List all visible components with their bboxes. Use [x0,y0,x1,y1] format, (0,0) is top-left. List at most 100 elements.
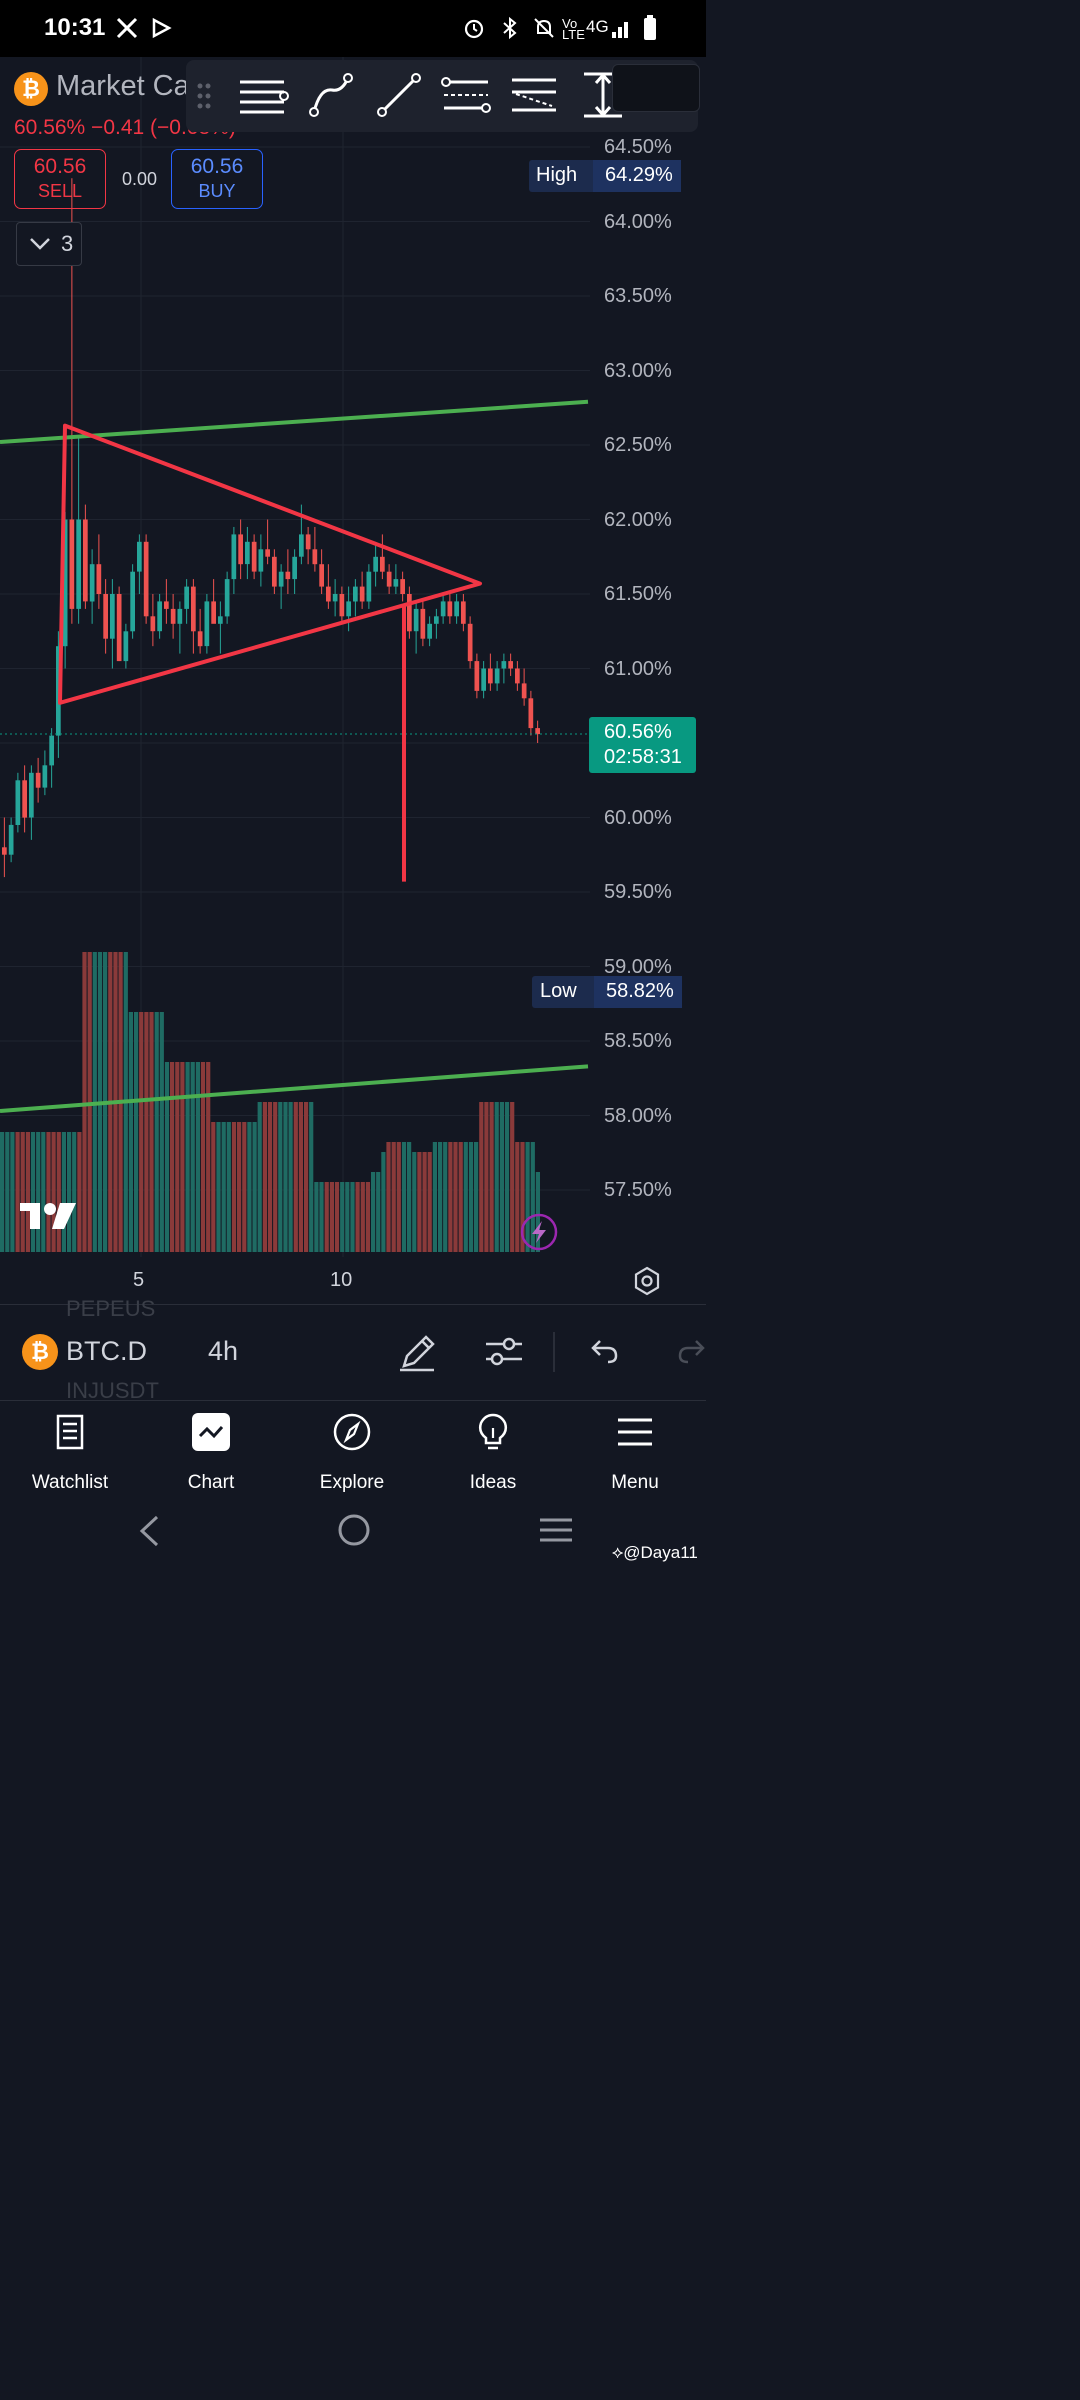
sell-label: SELL [37,181,83,201]
candle-body [326,586,331,602]
volume-bar [427,1152,432,1252]
trend-line-tool-icon[interactable] [370,66,428,124]
price-axis-label: 59.50% [604,881,672,903]
sell-price: 60.56 [33,155,87,178]
volume-bar [293,1102,298,1252]
status-time: 10:31 [44,14,106,41]
volume-bar [499,1102,504,1252]
low-tag: Low 58.82% [532,976,682,1008]
volume-bar [164,1062,170,1252]
horizontal-lines-tool-icon[interactable] [234,66,292,124]
candle-body [278,571,284,587]
volume-bar [149,1012,154,1252]
volume-bar [61,1132,66,1252]
alarm-icon [464,19,484,39]
volume-bar [340,1182,345,1252]
chart-area[interactable] [0,57,706,1304]
price-chart[interactable] [0,57,706,1304]
nav-label: Menu [611,1472,659,1493]
volume-bar [391,1142,396,1252]
recents-icon[interactable] [538,1516,574,1544]
indicators-settings-icon[interactable] [484,1332,524,1370]
spread-value: 0.00 [122,169,158,189]
candle-body [515,668,520,684]
volume-bar [515,1142,520,1252]
home-icon[interactable] [336,1512,372,1548]
parallel-channel-tool-icon[interactable] [438,66,496,124]
candle-body [123,631,129,662]
battery-icon [644,15,656,40]
volume-bar [267,1102,273,1252]
indicator-collapse-button[interactable]: 3 [16,222,82,266]
undo-icon[interactable] [590,1336,620,1366]
volume-bar [134,1012,139,1252]
candle-body [380,556,385,572]
volume-bar [484,1102,489,1252]
volume-bar [360,1182,365,1252]
volume-bar [139,1012,144,1252]
symbol-name[interactable]: Market Ca [56,70,190,103]
candle-body [272,556,277,587]
curve-tool-icon[interactable] [302,66,360,124]
pencil-icon[interactable] [398,1330,436,1372]
back-icon[interactable] [137,1514,161,1548]
candle-body [434,616,439,624]
candle-body [488,668,493,684]
bar-countdown: 02:58:31 [604,746,682,768]
nav-label: Explore [319,1472,385,1493]
volume-bar [87,952,92,1252]
volume-bar [298,1102,303,1252]
price-axis-label: 58.50% [604,1030,672,1052]
compass-icon [333,1413,371,1451]
candle-body [413,608,419,632]
volume-bar [216,1122,221,1252]
time-label-5: 5 [133,1269,145,1291]
candle-body [96,564,102,594]
volume-bar [237,1122,242,1252]
watermark-text: @Daya11 [623,1543,698,1562]
buy-button[interactable]: 60.56 BUY [171,149,263,209]
symbol-selector[interactable]: BTC.D [66,1336,147,1367]
candle-body [197,631,203,647]
candle-body [481,668,486,691]
volume-bar [10,1132,15,1252]
volume-bar [67,1132,72,1252]
candle-body [177,608,183,624]
volume-bar [154,1012,159,1252]
candle-body [420,608,426,639]
high-value: 64.29% [605,164,673,186]
redo-icon[interactable] [676,1336,706,1366]
nav-label: Chart [187,1472,235,1493]
settings-icon[interactable] [632,1266,662,1296]
toolbar-overflow-box[interactable] [612,64,700,112]
volume-bar [504,1102,510,1252]
volume-bar [206,1062,211,1252]
volume-bar [5,1132,10,1252]
time-label-10: 10 [330,1269,353,1291]
volume-bar [417,1152,422,1252]
candle-body [521,683,527,699]
watermark: ⟡@Daya11 [612,1543,698,1562]
volume-bar [438,1142,443,1252]
buy-price: 60.56 [190,155,244,178]
candle-body [157,601,162,632]
regression-channel-tool-icon[interactable] [506,66,564,124]
flash-icon[interactable] [520,1213,558,1251]
candle-body [447,601,453,617]
price-axis-label: 57.50% [604,1179,672,1201]
sell-button[interactable]: 60.56 SELL [14,149,106,209]
volume-bar [273,1102,278,1252]
volume-bar [257,1102,262,1252]
x-app-icon [116,17,138,39]
price-axis-label: 63.00% [604,359,672,382]
bluetooth-icon [503,16,517,40]
interval-selector[interactable]: 4h [208,1336,238,1367]
volume-bar [376,1172,381,1252]
candle-body [494,668,500,684]
candle-body [265,549,270,557]
candle-body [150,616,156,632]
volume-bar [489,1102,494,1252]
drag-handle-icon[interactable] [196,82,212,110]
candle-body [359,586,365,602]
volume-bar [319,1182,324,1252]
